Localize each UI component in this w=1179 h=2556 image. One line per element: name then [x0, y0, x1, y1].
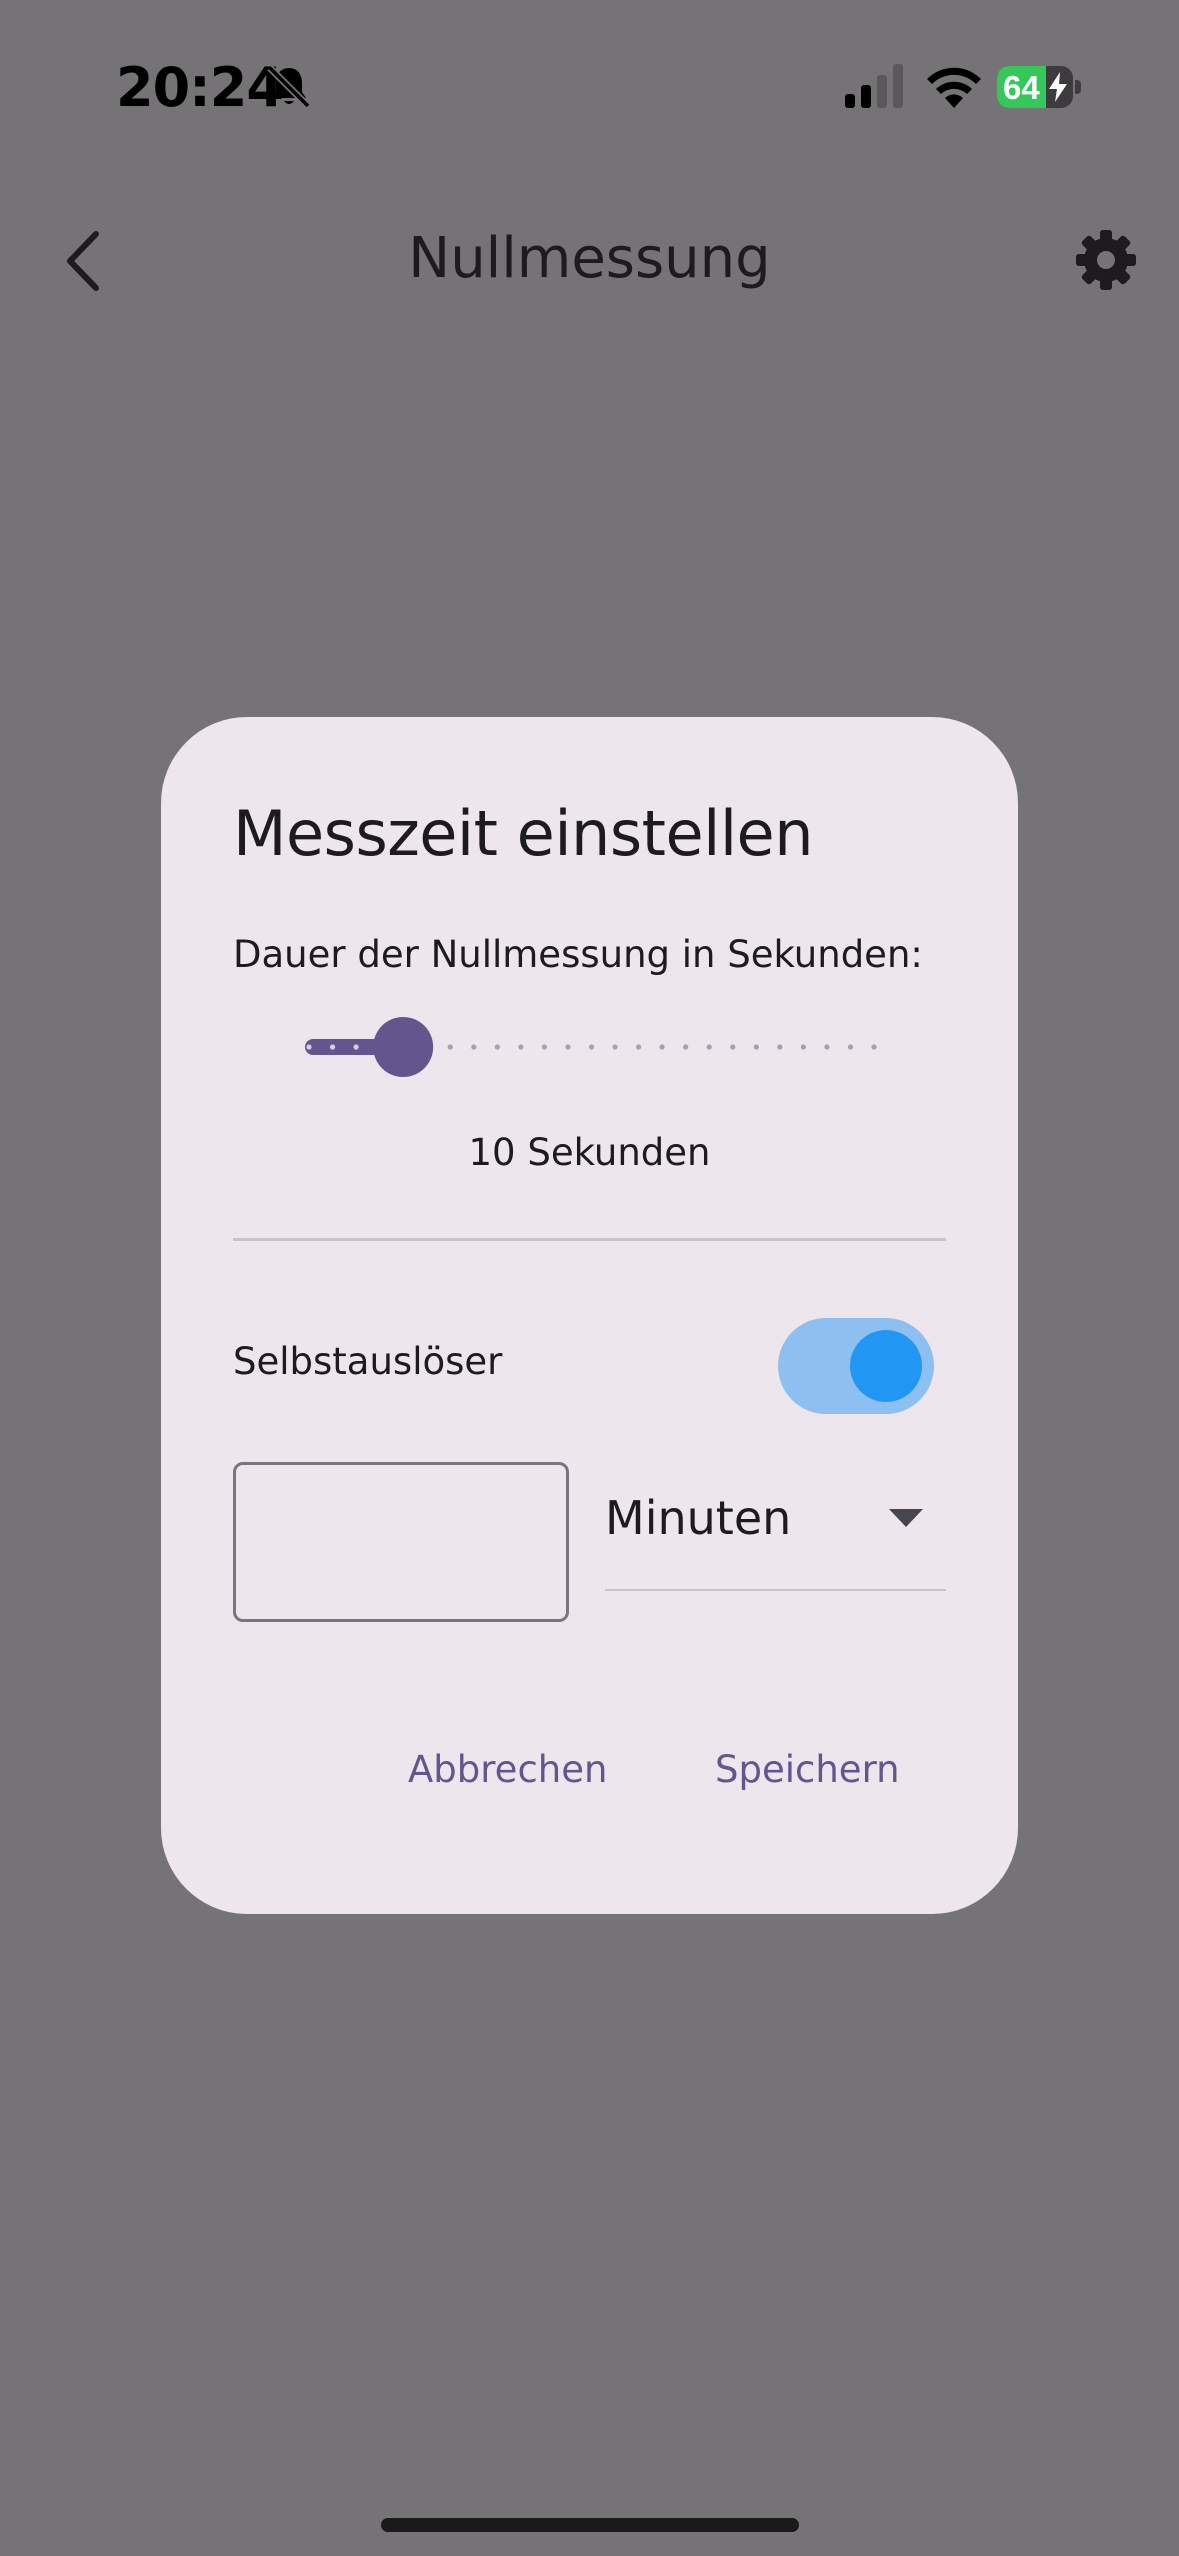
slider-tick — [659, 1044, 665, 1050]
slider-tick — [612, 1044, 618, 1050]
time-unit-selected: Minuten — [605, 1491, 792, 1545]
gear-icon[interactable] — [1074, 228, 1138, 292]
slider-thumb — [373, 1017, 434, 1077]
home-indicator — [381, 2518, 799, 2532]
slider-tick — [730, 1044, 736, 1050]
duration-slider[interactable] — [305, 1017, 878, 1077]
slider-tick — [565, 1044, 571, 1050]
slider-tick — [541, 1044, 548, 1050]
slider-label: Dauer der Nullmessung in Sekunden: — [233, 933, 923, 976]
save-button[interactable]: Speichern — [715, 1748, 900, 1791]
bell-slash-icon — [267, 65, 311, 109]
slider-tick — [353, 1044, 359, 1050]
slider-tick — [447, 1044, 453, 1050]
measurement-time-dialog: Messzeit einstellen Dauer der Nullmessun… — [161, 717, 1018, 1914]
status-bar: 20:24 64 — [0, 0, 1179, 175]
slider-tick — [518, 1044, 524, 1050]
slider-tick — [494, 1044, 500, 1050]
self-timer-toggle[interactable] — [778, 1318, 934, 1414]
slider-tick — [635, 1044, 642, 1050]
slider-tick — [871, 1044, 877, 1050]
slider-tick — [847, 1044, 854, 1050]
slider-tick — [824, 1044, 830, 1050]
timer-duration-input[interactable] — [233, 1462, 569, 1622]
slider-tick — [706, 1044, 712, 1050]
slider-tick — [306, 1044, 312, 1050]
slider-tick — [683, 1044, 689, 1050]
slider-tick — [800, 1044, 806, 1050]
battery-charging-icon: 64 — [997, 66, 1081, 108]
status-time: 20:24 — [116, 56, 284, 119]
toggle-thumb — [850, 1330, 922, 1402]
slider-tick — [753, 1044, 759, 1050]
slider-tick — [777, 1044, 783, 1050]
wifi-icon — [927, 67, 981, 108]
slider-tick — [329, 1044, 336, 1050]
slider-tick — [588, 1044, 595, 1050]
cellular-signal-icon — [845, 64, 903, 108]
charging-bolt-icon — [1049, 72, 1067, 102]
self-timer-label: Selbstauslöser — [233, 1340, 503, 1383]
dropdown-arrow-icon — [889, 1509, 923, 1527]
slider-value-text: 10 Sekunden — [468, 1131, 711, 1174]
cancel-button[interactable]: Abbrechen — [408, 1748, 607, 1791]
slider-tick — [471, 1044, 477, 1050]
time-unit-dropdown[interactable]: Minuten — [605, 1491, 946, 1591]
divider — [233, 1238, 946, 1241]
battery-level: 64 — [1003, 69, 1040, 106]
dialog-title: Messzeit einstellen — [233, 797, 813, 870]
page-title: Nullmessung — [408, 226, 771, 291]
